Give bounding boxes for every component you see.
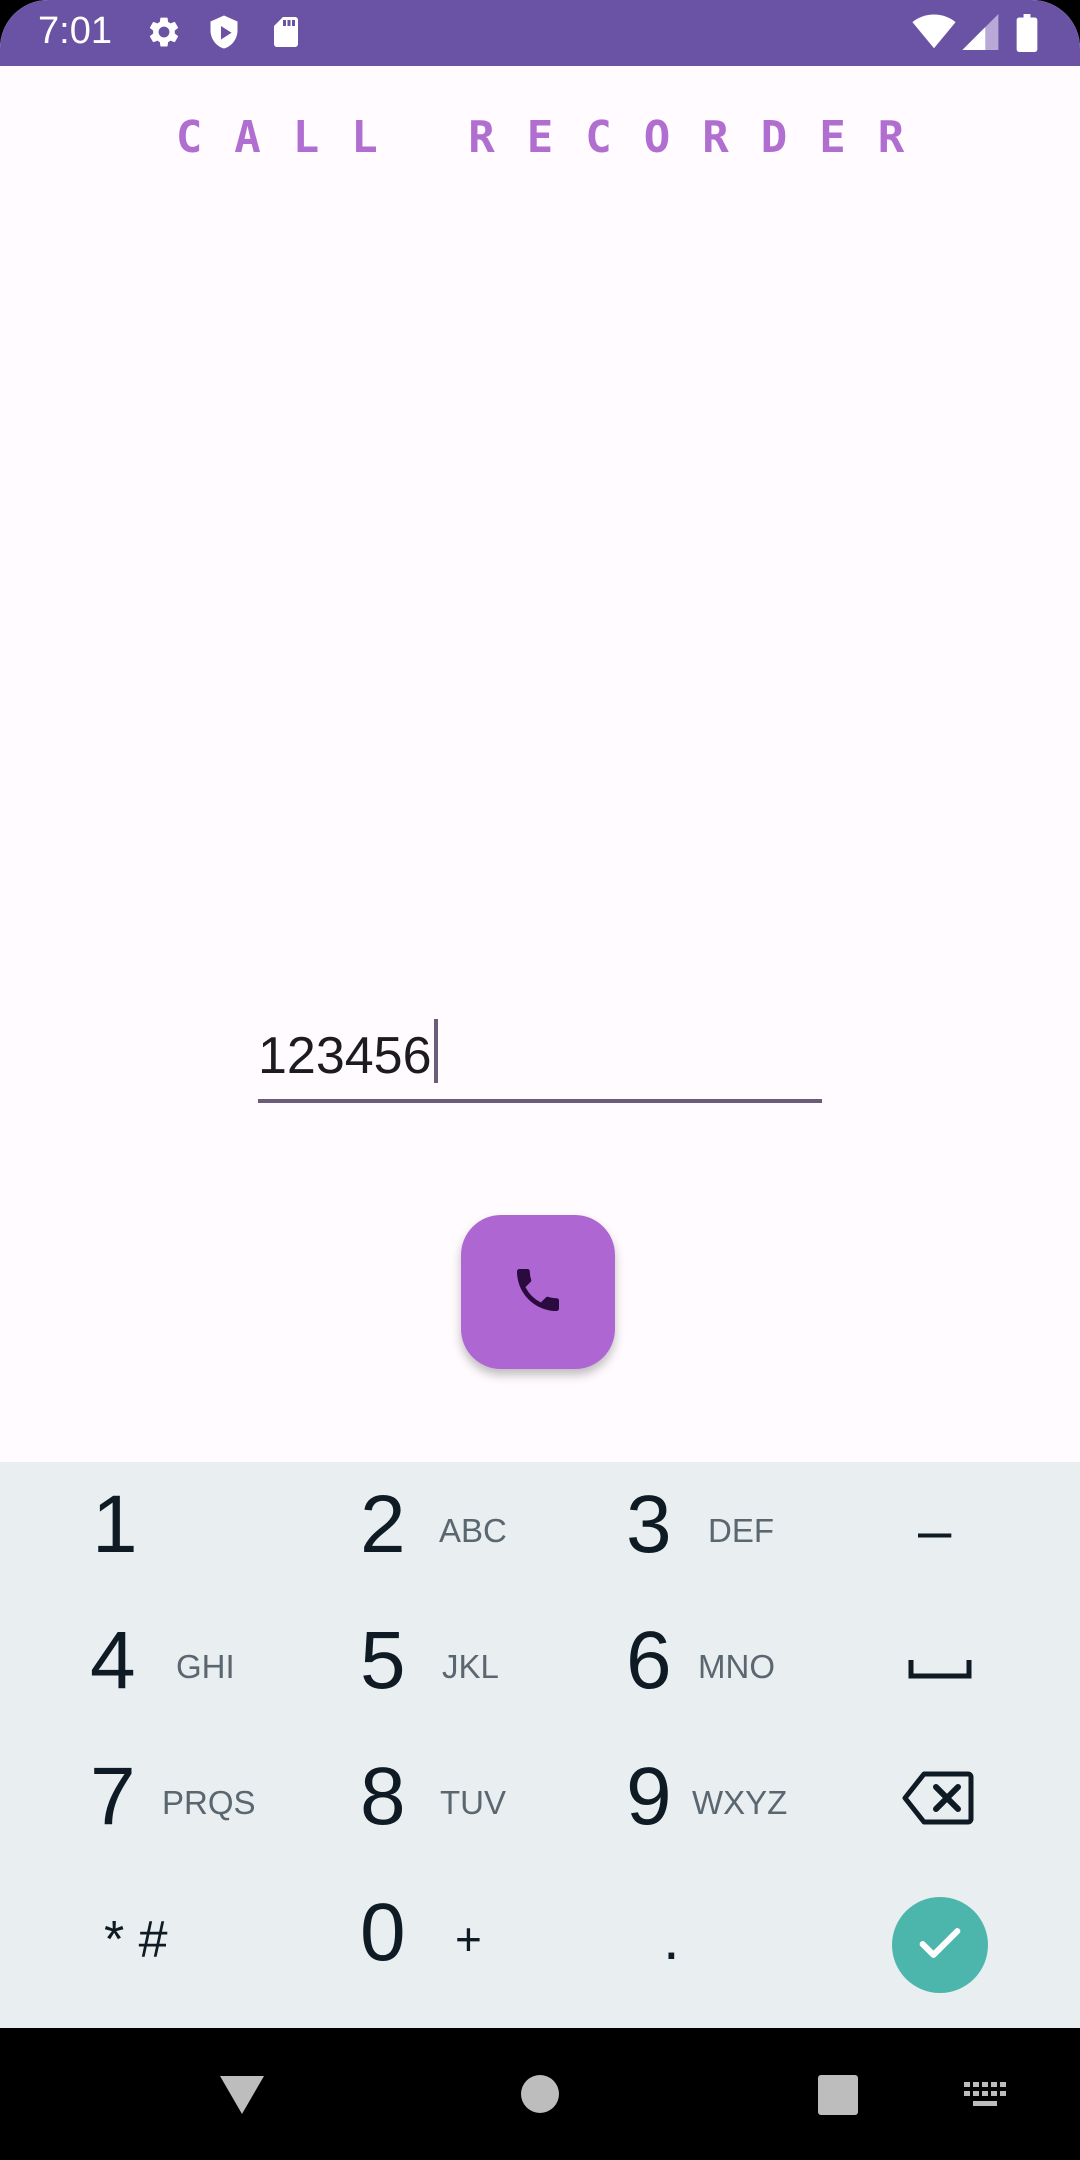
text-caret: [433, 1019, 438, 1083]
key-letters: MNO: [698, 1648, 775, 1685]
sd-card-icon: [268, 14, 304, 50]
key-digit: 2: [360, 1479, 406, 1570]
key-star-hash[interactable]: * #: [0, 1870, 270, 2006]
key-backspace[interactable]: [810, 1734, 1080, 1870]
key-dash[interactable]: –: [810, 1462, 1080, 1598]
key-4[interactable]: 4 GHI: [0, 1598, 270, 1734]
space-icon: [908, 1656, 972, 1687]
key-digit: 5: [360, 1615, 406, 1706]
key-digit: 0: [360, 1887, 406, 1978]
battery-icon: [1016, 14, 1038, 52]
key-1[interactable]: 1: [0, 1462, 270, 1598]
key-digit: 8: [360, 1751, 406, 1842]
star-hash-symbol: * #: [104, 1911, 168, 1969]
key-digit: 6: [626, 1615, 672, 1706]
key-5[interactable]: 5 JKL: [270, 1598, 540, 1734]
key-letters: WXYZ: [692, 1784, 788, 1821]
phone-number-input[interactable]: 123456: [258, 1005, 822, 1103]
keyboard-icon[interactable]: [964, 2082, 1008, 2115]
key-digit: 1: [92, 1479, 138, 1570]
key-letters: TUV: [440, 1784, 506, 1821]
key-9[interactable]: 9 WXYZ: [540, 1734, 810, 1870]
done-button[interactable]: [892, 1897, 988, 1993]
signal-icon: [962, 14, 1002, 50]
back-icon[interactable]: [218, 2072, 266, 2121]
key-0[interactable]: 0 +: [270, 1870, 540, 2006]
key-digit: 3: [626, 1479, 672, 1570]
key-letters: JKL: [442, 1648, 499, 1685]
backspace-icon: [902, 1770, 974, 1831]
key-letters: GHI: [176, 1648, 235, 1685]
key-digit: 4: [90, 1615, 136, 1706]
key-3[interactable]: 3 DEF: [540, 1462, 810, 1598]
navigation-bar: [0, 2028, 1080, 2160]
key-digit: 7: [90, 1751, 136, 1842]
key-6[interactable]: 6 MNO: [540, 1598, 810, 1734]
wifi-icon: [912, 14, 956, 50]
key-letters: DEF: [708, 1512, 774, 1549]
status-time: 7:01: [38, 10, 112, 52]
dash-symbol: –: [918, 1497, 952, 1564]
call-button[interactable]: [461, 1215, 615, 1369]
app-title: CALL RECORDER: [175, 112, 937, 163]
screen: 7:01 CALL RECORDER 123456 1 2 ABC 3 DEF …: [0, 0, 1080, 2160]
home-icon[interactable]: [520, 2074, 560, 2119]
key-2[interactable]: 2 ABC: [270, 1462, 540, 1598]
key-letters: ABC: [439, 1512, 507, 1549]
status-bar: 7:01: [0, 0, 1080, 66]
key-space[interactable]: [810, 1598, 1080, 1734]
gear-icon: [146, 14, 182, 50]
period-symbol: .: [663, 1905, 680, 1972]
phone-icon: [510, 1262, 566, 1323]
key-letters: PRQS: [162, 1784, 256, 1821]
key-7[interactable]: 7 PRQS: [0, 1734, 270, 1870]
recents-icon[interactable]: [817, 2074, 859, 2121]
shield-icon: [206, 14, 242, 50]
key-letters: +: [455, 1913, 482, 1965]
phone-number-value: 123456: [258, 1019, 438, 1086]
key-8[interactable]: 8 TUV: [270, 1734, 540, 1870]
key-period[interactable]: .: [540, 1870, 810, 2006]
check-icon: [914, 1917, 966, 1974]
key-digit: 9: [626, 1751, 672, 1842]
